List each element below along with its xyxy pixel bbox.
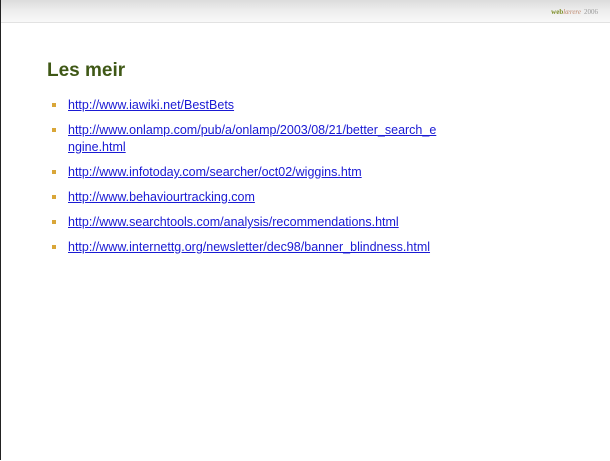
link-line: ngine.html <box>68 140 126 154</box>
link-searchtools[interactable]: http://www.searchtools.com/analysis/reco… <box>68 215 399 229</box>
slide: weblærere 2006 Les meir http://www.iawiki… <box>0 0 610 460</box>
link-line: http://www.infotoday.com/searcher/oct02/… <box>68 165 362 179</box>
link-list: http://www.iawiki.net/BestBets http://ww… <box>49 97 589 264</box>
link-line: http://www.behaviourtracking.com <box>68 190 255 204</box>
link-line: http://www.internettg.org/newsletter/dec… <box>68 240 431 254</box>
header-band: weblærere 2006 <box>1 0 610 23</box>
link-onlamp[interactable]: http://www.onlamp.com/pub/a/onlamp/2003/… <box>68 123 436 154</box>
link-iawiki[interactable]: http://www.iawiki.net/BestBets <box>68 98 234 112</box>
link-list-item: http://www.onlamp.com/pub/a/onlamp/2003/… <box>49 122 589 156</box>
link-behaviourtracking[interactable]: http://www.behaviourtracking.com <box>68 190 255 204</box>
bullet-icon <box>52 195 56 199</box>
bullet-icon <box>52 245 56 249</box>
link-infotoday[interactable]: http://www.infotoday.com/searcher/oct02/… <box>68 165 362 179</box>
link-internettg[interactable]: http://www.internettg.org/newsletter/dec… <box>68 240 430 254</box>
link-list-item: http://www.searchtools.com/analysis/reco… <box>49 214 589 231</box>
slide-title: Les meir <box>47 60 126 81</box>
link-list-item: http://www.behaviourtracking.com <box>49 189 589 206</box>
link-line: http://www.onlamp.com/pub/a/onlamp/2003/… <box>68 123 437 137</box>
brand-logo: weblærere 2006 <box>551 8 598 17</box>
brand-logo-part2: lærere <box>563 8 581 16</box>
bullet-icon <box>52 128 56 132</box>
brand-logo-year: 2006 <box>584 8 598 16</box>
bullet-icon <box>52 170 56 174</box>
link-list-item: http://www.internettg.org/newsletter/dec… <box>49 239 589 256</box>
link-line: http://www.searchtools.com/analysis/reco… <box>68 215 399 229</box>
brand-logo-part1: web <box>551 8 564 16</box>
link-line: http://www.iawiki.net/BestBets <box>68 98 235 112</box>
bullet-icon <box>52 220 56 224</box>
link-list-item: http://www.iawiki.net/BestBets <box>49 97 589 114</box>
link-list-item: http://www.infotoday.com/searcher/oct02/… <box>49 164 589 181</box>
bullet-icon <box>52 103 56 107</box>
